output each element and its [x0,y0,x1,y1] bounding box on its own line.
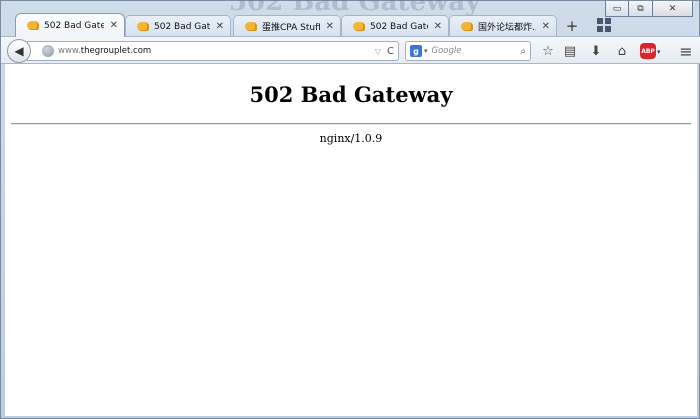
divider [11,123,691,125]
url-host: thegrouplet.com [80,46,152,56]
tab-favicon-icon [136,21,150,33]
tab-strip: 502 Bad Gatew... ✕ 502 Bad Gatew... ✕ 蛋推… [9,13,699,37]
close-icon: ✕ [668,3,677,14]
tab-label: 502 Bad Gatew... [154,21,210,32]
url-prefix: www. [58,46,81,56]
search-bar[interactable]: g ▾ Google ⌕ [405,41,531,61]
tab-1[interactable]: 502 Bad Gatew... ✕ [15,13,125,37]
page-title: 502 Bad Gateway [249,82,453,107]
back-button[interactable]: ◀ [7,39,31,63]
tab-5[interactable]: 国外论坛都炸... ✕ [449,15,557,37]
navigation-toolbar: ◀ www.thegrouplet.com ▽ C g ▾ Google ⌕ ☆… [1,36,700,64]
tab-label: 蛋推CPA Stuffi... [262,23,320,33]
back-arrow-icon: ◀ [14,44,24,58]
search-icon[interactable]: ⌕ [520,46,526,57]
bookmark-star-icon[interactable]: ☆ [539,42,557,60]
downloads-icon[interactable]: ⬇ [587,42,605,60]
page-content: 502 Bad Gateway nginx/1.0.9 [5,64,697,416]
tab-favicon-icon [244,21,258,33]
search-input[interactable]: Google [432,46,521,56]
tab-favicon-icon [26,20,40,32]
tab-close-icon[interactable]: ✕ [542,21,550,32]
adblock-icon: ABP [640,43,656,59]
restore-icon: ⧉ [637,3,644,14]
tab-label: 502 Bad Gatew... [44,20,104,31]
tab-label: 502 Bad Gatew... [370,21,428,32]
bookmarks-menu-icon[interactable]: ▤ [561,42,579,60]
tab-2[interactable]: 502 Bad Gatew... ✕ [125,15,231,37]
reload-icon[interactable]: C [387,46,394,57]
tab-4[interactable]: 502 Bad Gatew... ✕ [341,15,449,37]
menu-icon[interactable]: ≡ [677,42,695,61]
tab-label: 国外论坛都炸... [478,23,536,33]
tab-close-icon[interactable]: ✕ [110,20,118,31]
new-tab-button[interactable]: + [561,16,583,36]
tab-close-icon[interactable]: ✕ [326,21,334,32]
tab-favicon-icon [352,21,366,33]
list-all-tabs-icon[interactable] [597,18,611,32]
minimize-icon: ▭ [612,3,622,14]
browser-window: 502 Bad Gateway ▭ ⧉ ✕ 502 Bad Gatew... ✕… [0,0,700,419]
url-text[interactable]: www.thegrouplet.com [58,46,375,56]
server-signature: nginx/1.0.9 [319,132,383,145]
tab-close-icon[interactable]: ✕ [434,21,442,32]
tab-close-icon[interactable]: ✕ [216,21,224,32]
url-history-dropdown-icon[interactable]: ▽ [375,47,381,56]
google-engine-icon[interactable]: g [410,45,422,57]
home-icon[interactable]: ⌂ [613,42,631,60]
url-bar[interactable]: www.thegrouplet.com ▽ C [27,41,399,61]
tab-3[interactable]: 蛋推CPA Stuffi... ✕ [233,15,341,37]
tab-favicon-icon [460,21,474,33]
site-identity-icon[interactable] [42,45,54,57]
adblock-dropdown-icon[interactable]: ▾ [657,48,661,56]
engine-dropdown-icon[interactable]: ▾ [424,47,428,55]
adblock-button[interactable]: ABP [639,42,657,60]
